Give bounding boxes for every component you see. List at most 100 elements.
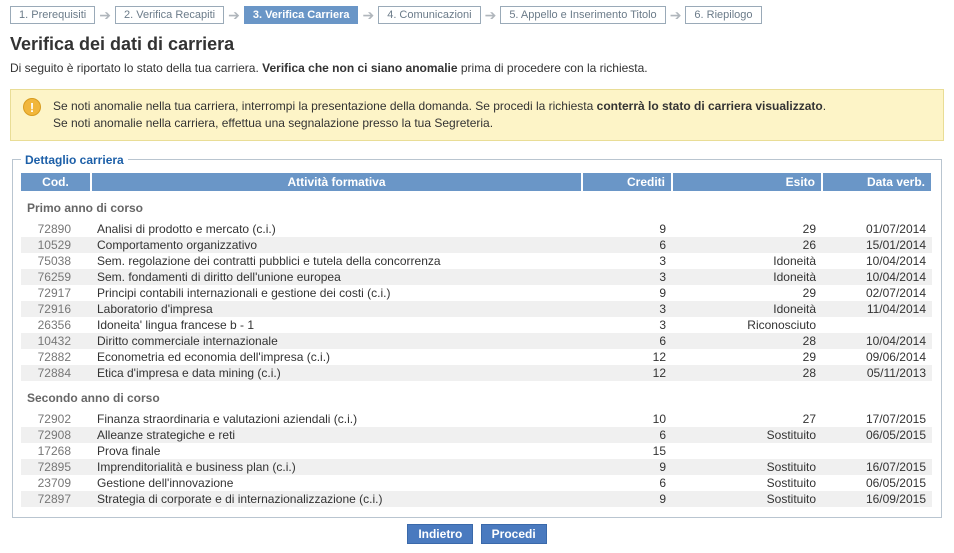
- cell-esito: Sostituito: [672, 459, 822, 475]
- cell-attivita: Alleanze strategiche e reti: [91, 427, 582, 443]
- table-row: 72895Imprenditorialità e business plan (…: [21, 459, 932, 475]
- wizard-step[interactable]: 3. Verifica Carriera: [244, 6, 359, 24]
- warning-text: Se noti anomalie nella tua carriera, int…: [53, 98, 826, 132]
- wizard-step[interactable]: 1. Prerequisiti: [10, 6, 95, 24]
- wizard-step[interactable]: 2. Verifica Recapiti: [115, 6, 224, 24]
- warning-icon: !: [23, 98, 41, 116]
- th-cred: Crediti: [582, 173, 672, 191]
- cell-esito: 29: [672, 285, 822, 301]
- cell-crediti: 9: [582, 285, 672, 301]
- cell-data: 06/05/2015: [822, 427, 932, 443]
- cell-cod: 23709: [21, 475, 91, 491]
- cell-esito: 26: [672, 237, 822, 253]
- cell-cod: 17268: [21, 443, 91, 459]
- cell-cod: 10432: [21, 333, 91, 349]
- cell-data: [822, 317, 932, 333]
- cell-esito: 29: [672, 221, 822, 237]
- table-row: 72890Analisi di prodotto e mercato (c.i.…: [21, 221, 932, 237]
- alert-line1-post: .: [823, 99, 826, 113]
- cell-esito: 28: [672, 333, 822, 349]
- cell-attivita: Sem. regolazione dei contratti pubblici …: [91, 253, 582, 269]
- chevron-right-icon: ➔: [485, 7, 497, 24]
- cell-esito: 29: [672, 349, 822, 365]
- cell-data: 10/04/2014: [822, 333, 932, 349]
- intro-post: prima di procedere con la richiesta.: [458, 61, 648, 75]
- cell-crediti: 3: [582, 301, 672, 317]
- cell-cod: 75038: [21, 253, 91, 269]
- cell-attivita: Strategia di corporate e di internaziona…: [91, 491, 582, 507]
- intro-text: Di seguito è riportato lo stato della tu…: [10, 61, 944, 75]
- cell-cod: 10529: [21, 237, 91, 253]
- table-row: 75038Sem. regolazione dei contratti pubb…: [21, 253, 932, 269]
- cell-cod: 72916: [21, 301, 91, 317]
- chevron-right-icon: ➔: [228, 7, 240, 24]
- cell-attivita: Etica d'impresa e data mining (c.i.): [91, 365, 582, 381]
- table-row: 72884Etica d'impresa e data mining (c.i.…: [21, 365, 932, 381]
- table-row: 26356Idoneita' lingua francese b - 13Ric…: [21, 317, 932, 333]
- wizard-step[interactable]: 5. Appello e Inserimento Titolo: [500, 6, 665, 24]
- cell-crediti: 3: [582, 253, 672, 269]
- cell-esito: Sostituito: [672, 427, 822, 443]
- cell-cod: 72882: [21, 349, 91, 365]
- cell-crediti: 3: [582, 317, 672, 333]
- wizard-step[interactable]: 4. Comunicazioni: [378, 6, 480, 24]
- career-table: Cod. Attività formativa Crediti Esito Da…: [21, 173, 933, 507]
- cell-cod: 26356: [21, 317, 91, 333]
- cell-attivita: Prova finale: [91, 443, 582, 459]
- cell-cod: 72902: [21, 411, 91, 427]
- chevron-right-icon: ➔: [670, 7, 682, 24]
- cell-crediti: 3: [582, 269, 672, 285]
- cell-esito: 28: [672, 365, 822, 381]
- chevron-right-icon: ➔: [362, 7, 374, 24]
- wizard-step[interactable]: 6. Riepilogo: [685, 6, 761, 24]
- cell-esito: Sostituito: [672, 475, 822, 491]
- cell-crediti: 6: [582, 427, 672, 443]
- table-row: 72916Laboratorio d'impresa3Idoneità11/04…: [21, 301, 932, 317]
- career-legend: Dettaglio carriera: [21, 153, 128, 167]
- cell-crediti: 10: [582, 411, 672, 427]
- cell-data: 06/05/2015: [822, 475, 932, 491]
- cell-crediti: 9: [582, 491, 672, 507]
- cell-data: 15/01/2014: [822, 237, 932, 253]
- cell-crediti: 6: [582, 475, 672, 491]
- cell-attivita: Principi contabili internazionali e gest…: [91, 285, 582, 301]
- cell-cod: 76259: [21, 269, 91, 285]
- year-heading-row: Secondo anno di corso: [21, 381, 932, 411]
- career-fieldset: Dettaglio carriera Cod. Attività formati…: [12, 153, 942, 518]
- cell-attivita: Sem. fondamenti di diritto dell'unione e…: [91, 269, 582, 285]
- cell-esito: Sostituito: [672, 491, 822, 507]
- cell-attivita: Idoneita' lingua francese b - 1: [91, 317, 582, 333]
- cell-esito: Idoneità: [672, 301, 822, 317]
- cell-esito: Riconosciuto: [672, 317, 822, 333]
- next-button[interactable]: Procedi: [481, 524, 547, 544]
- alert-line1-bold: conterrà lo stato di carriera visualizza…: [597, 99, 823, 113]
- page-title: Verifica dei dati di carriera: [10, 34, 944, 55]
- table-row: 17268Prova finale15: [21, 443, 932, 459]
- cell-attivita: Gestione dell'innovazione: [91, 475, 582, 491]
- cell-cod: 72917: [21, 285, 91, 301]
- back-button[interactable]: Indietro: [407, 524, 473, 544]
- cell-cod: 72897: [21, 491, 91, 507]
- alert-line1-pre: Se noti anomalie nella tua carriera, int…: [53, 99, 597, 113]
- cell-data: 10/04/2014: [822, 269, 932, 285]
- cell-data: 10/04/2014: [822, 253, 932, 269]
- table-row: 23709Gestione dell'innovazione6Sostituit…: [21, 475, 932, 491]
- alert-line2: Se noti anomalie nella carriera, effettu…: [53, 116, 493, 130]
- cell-attivita: Finanza straordinaria e valutazioni azie…: [91, 411, 582, 427]
- cell-cod: 72890: [21, 221, 91, 237]
- cell-data: [822, 443, 932, 459]
- button-bar: Indietro Procedi: [10, 524, 944, 544]
- cell-attivita: Imprenditorialità e business plan (c.i.): [91, 459, 582, 475]
- cell-crediti: 6: [582, 237, 672, 253]
- year-heading: Secondo anno di corso: [21, 381, 932, 411]
- table-row: 72882Econometria ed economia dell'impres…: [21, 349, 932, 365]
- intro-pre: Di seguito è riportato lo stato della tu…: [10, 61, 262, 75]
- cell-cod: 72895: [21, 459, 91, 475]
- cell-attivita: Econometria ed economia dell'impresa (c.…: [91, 349, 582, 365]
- th-cod: Cod.: [21, 173, 91, 191]
- table-row: 72897Strategia di corporate e di interna…: [21, 491, 932, 507]
- cell-cod: 72884: [21, 365, 91, 381]
- year-heading: Primo anno di corso: [21, 191, 932, 221]
- table-row: 10432Diritto commerciale internazionale6…: [21, 333, 932, 349]
- cell-crediti: 12: [582, 365, 672, 381]
